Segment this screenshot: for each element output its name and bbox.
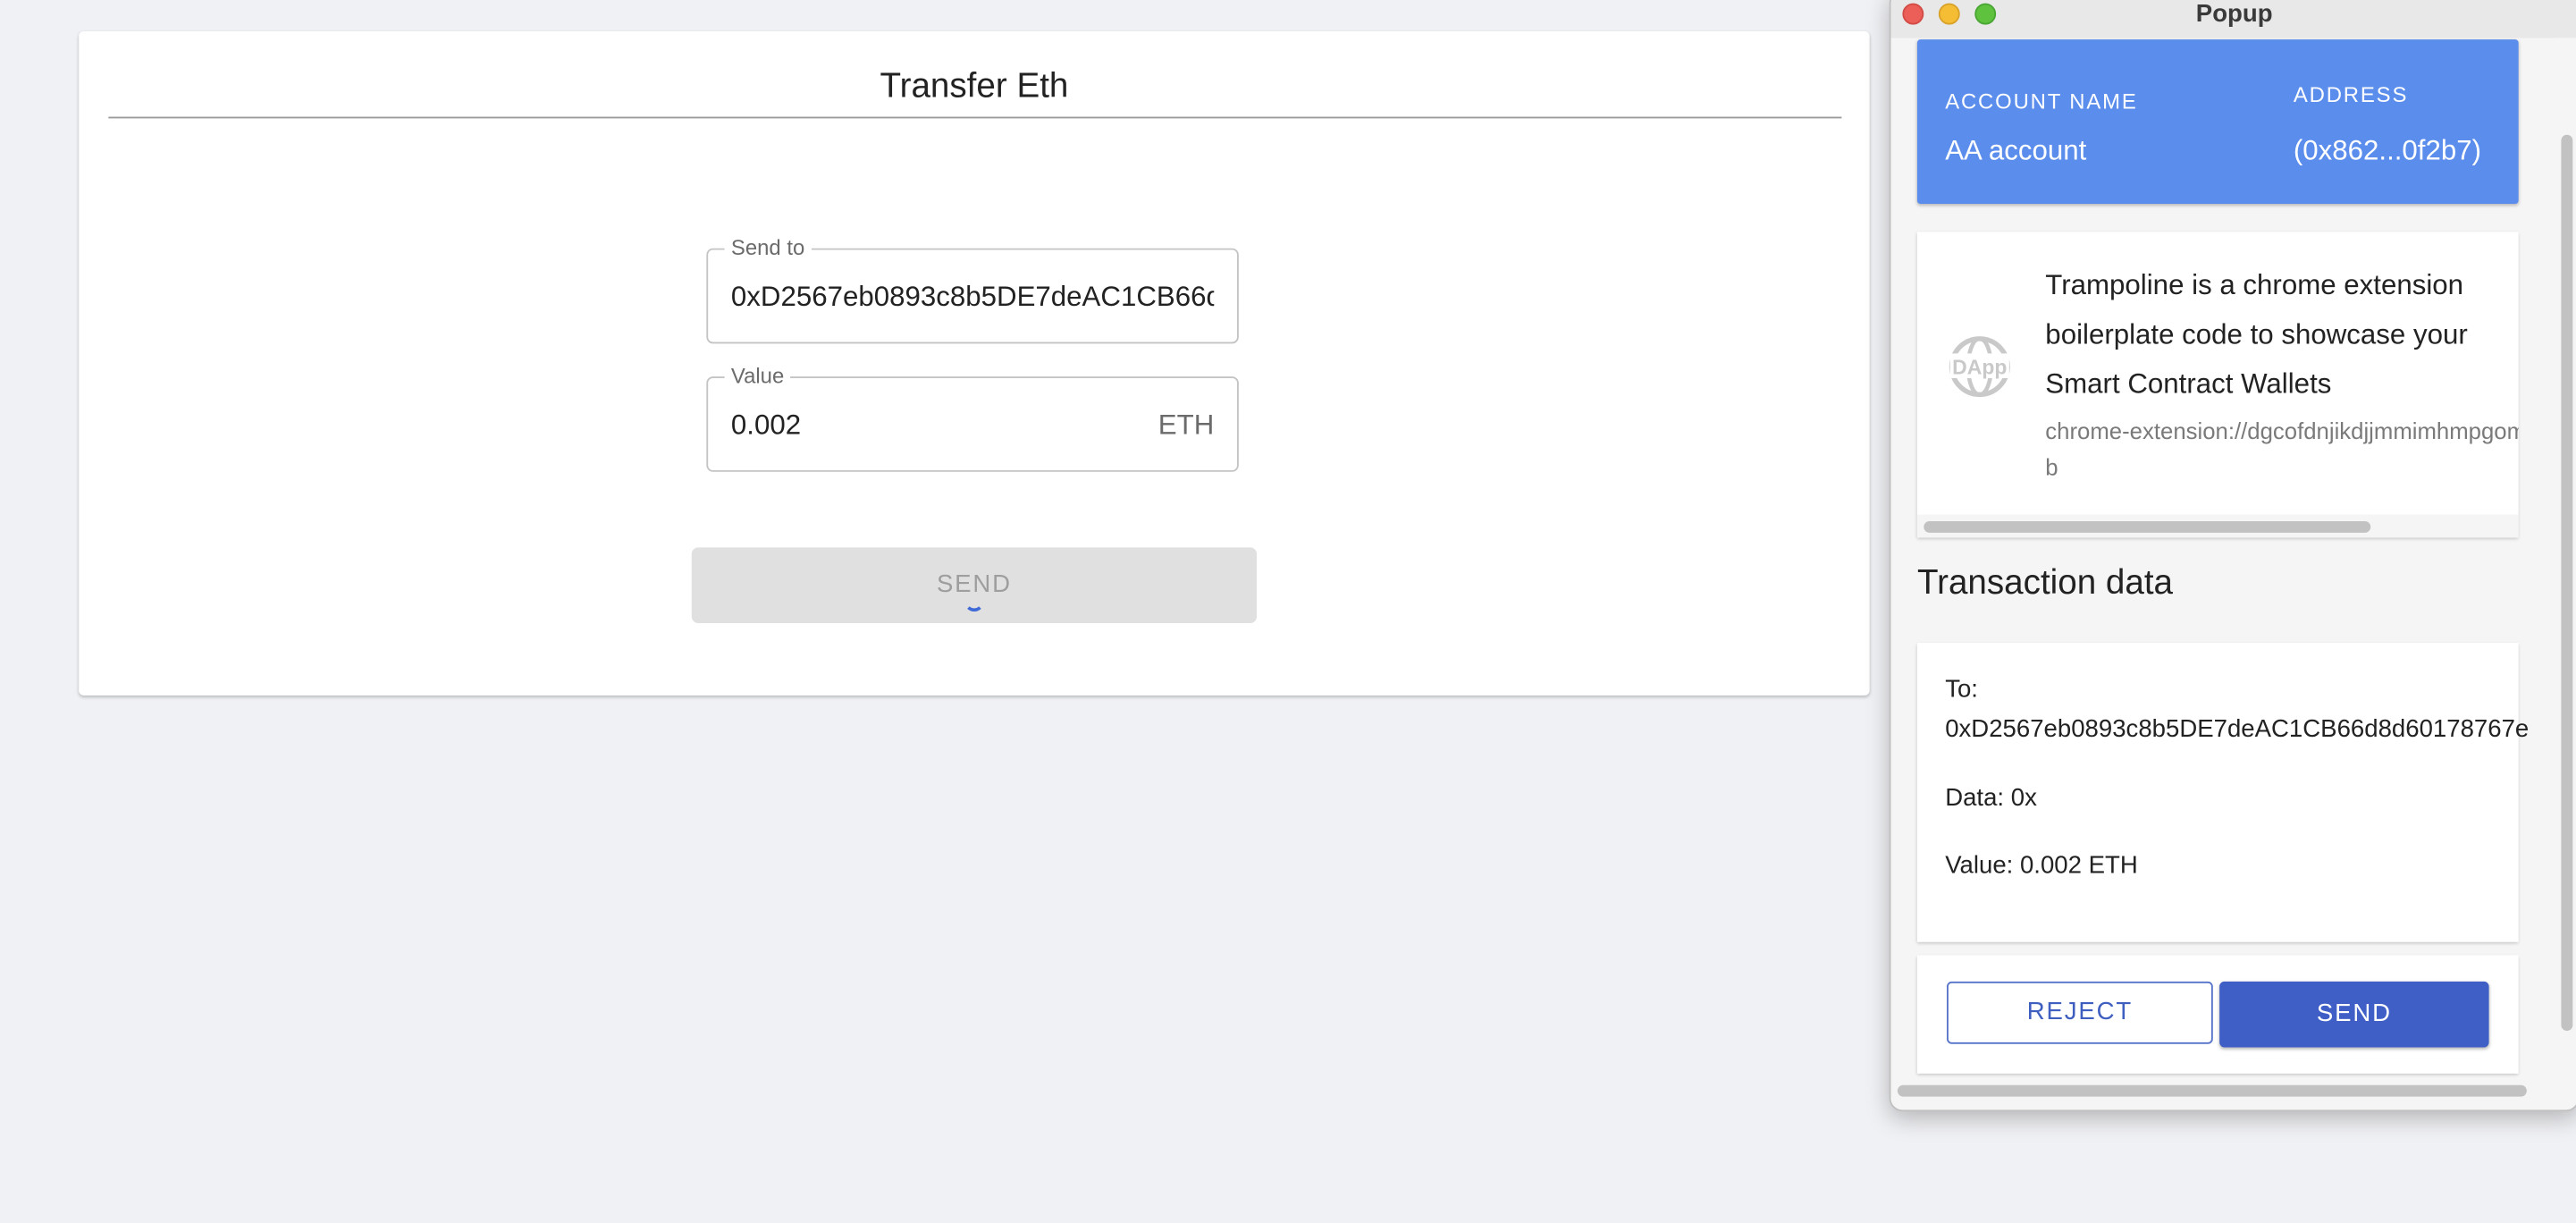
tx-to-value: 0xD2567eb0893c8b5DE7deAC1CB66d8d60178767… bbox=[1945, 714, 2530, 744]
transaction-heading: Transaction data bbox=[1916, 563, 2174, 603]
page-title: Transfer Eth bbox=[880, 67, 1069, 105]
popup-vertical-scrollbar[interactable] bbox=[2555, 38, 2576, 1077]
tx-value: Value: 0.002 ETH bbox=[1945, 851, 2138, 880]
dapp-info-card: DApp Trampoline is a chrome extension bo… bbox=[1916, 232, 2519, 538]
send-to-input[interactable]: 0xD2567eb0893c8b5DE7deAC1CB66d8d60178767… bbox=[731, 281, 1214, 314]
transaction-card: To: 0xD2567eb0893c8b5DE7deAC1CB66d8d6017… bbox=[1916, 643, 2529, 942]
value-label: Value bbox=[724, 363, 791, 389]
dapp-globe-icon: DApp bbox=[1949, 336, 2010, 398]
account-header: ACCOUNT NAME ADDRESS AA account (0x862..… bbox=[1916, 39, 2519, 205]
action-card: REJECT SEND bbox=[1916, 955, 2519, 1074]
account-address-value: (0x862...0f2b7) bbox=[2293, 134, 2482, 166]
send-to-field[interactable]: Send to 0xD2567eb0893c8b5DE7deAC1CB66d8d… bbox=[706, 234, 1239, 344]
value-field[interactable]: Value 0.002 ETH bbox=[706, 363, 1239, 472]
account-name-header: ACCOUNT NAME bbox=[1945, 89, 2138, 114]
dapp-scrollbar-thumb[interactable] bbox=[1924, 520, 2371, 533]
popup-window: Popup ACCOUNT NAME ADDRESS AA account (0… bbox=[1889, 0, 2576, 1112]
title-divider bbox=[108, 116, 1842, 119]
popup-vertical-scrollbar-thumb[interactable] bbox=[2561, 134, 2573, 1032]
dapp-horizontal-scrollbar[interactable] bbox=[1916, 514, 2519, 538]
address-header: ADDRESS bbox=[2293, 81, 2409, 107]
confirm-send-button[interactable]: SEND bbox=[2219, 981, 2489, 1048]
tx-to-label: To: bbox=[1945, 675, 1978, 704]
tx-data: Data: 0x bbox=[1945, 784, 2037, 813]
value-unit: ETH bbox=[1158, 409, 1215, 441]
desktop: Transfer Eth Send to 0xD2567eb0893c8b5DE… bbox=[0, 0, 2576, 1223]
reject-button[interactable]: REJECT bbox=[1947, 981, 2213, 1044]
value-input[interactable]: 0.002 bbox=[731, 409, 1214, 443]
popup-horizontal-scrollbar-thumb[interactable] bbox=[1897, 1084, 2527, 1097]
transfer-card: Transfer Eth Send to 0xD2567eb0893c8b5DE… bbox=[79, 30, 1870, 696]
popup-content: ACCOUNT NAME ADDRESS AA account (0x862..… bbox=[1890, 38, 2576, 1110]
send-button[interactable]: SEND bbox=[691, 547, 1258, 623]
svg-text:DApp: DApp bbox=[1952, 355, 2007, 378]
send-to-label: Send to bbox=[724, 234, 812, 260]
account-name-value: AA account bbox=[1945, 134, 2087, 166]
loading-spinner-icon bbox=[964, 592, 984, 612]
window-titlebar[interactable]: Popup bbox=[1890, 0, 2576, 40]
popup-horizontal-scrollbar[interactable] bbox=[1890, 1080, 2576, 1103]
dapp-description: Trampoline is a chrome extension boilerp… bbox=[2045, 269, 2468, 400]
window-title: Popup bbox=[2195, 0, 2273, 29]
dapp-origin: chrome-extension://dgcofdnjikdjjmmimhmpg… bbox=[2045, 418, 2519, 480]
